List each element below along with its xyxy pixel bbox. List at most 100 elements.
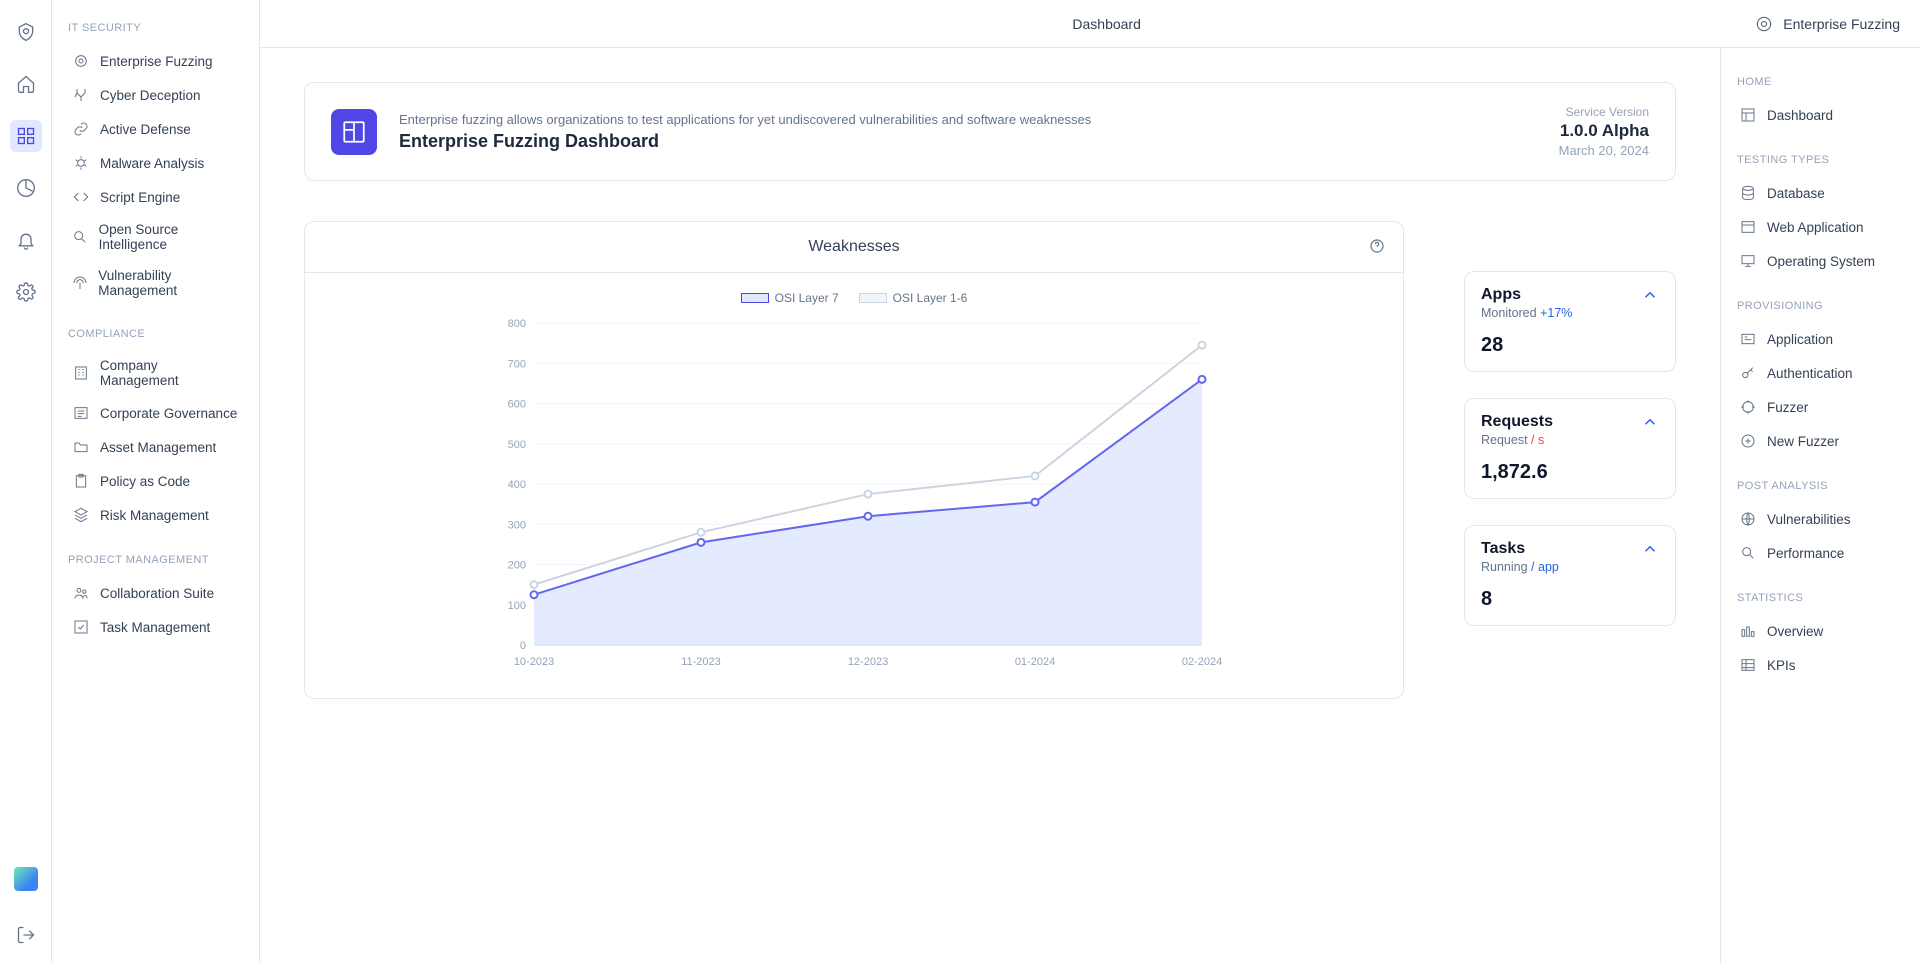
sidebar-group: IT SECURITY Enterprise Fuzzing Cyber Dec…: [66, 22, 245, 306]
sidebar-item-label: Collaboration Suite: [100, 586, 214, 601]
panel-item-webapp[interactable]: Web Application: [1733, 210, 1908, 244]
panel-item-label: Web Application: [1767, 220, 1864, 235]
panel-group-title: STATISTICS: [1737, 592, 1904, 604]
panel-item-label: Performance: [1767, 546, 1844, 561]
panel-item-label: KPIs: [1767, 658, 1796, 673]
panel-item-performance[interactable]: Performance: [1733, 536, 1908, 570]
link-icon: [72, 120, 90, 138]
chevron-up-icon: [1641, 413, 1659, 434]
sidebar-item-policy-code[interactable]: Policy as Code: [66, 464, 245, 498]
target-icon: [72, 52, 90, 70]
panel-group-title: PROVISIONING: [1737, 300, 1904, 312]
crosshair-icon: [1739, 398, 1757, 416]
bell-icon[interactable]: [10, 224, 42, 256]
svg-text:700: 700: [508, 358, 526, 370]
sidebar-item-script-engine[interactable]: Script Engine: [66, 180, 245, 214]
stat-card-tasks[interactable]: Tasks Running / app 8: [1464, 525, 1676, 626]
list-icon: [72, 404, 90, 422]
building-icon: [72, 364, 90, 382]
right-panel: HOME Dashboard TESTING TYPES Database We…: [1720, 48, 1920, 963]
sidebar-item-enterprise-fuzzing[interactable]: Enterprise Fuzzing: [66, 44, 245, 78]
stat-card-requests[interactable]: Requests Request / s 1,872.6: [1464, 398, 1676, 499]
plus-circle-icon: [1739, 432, 1757, 450]
sidebar-item-label: Enterprise Fuzzing: [100, 54, 213, 69]
chart-title: Weaknesses: [325, 238, 1383, 256]
svg-text:600: 600: [508, 399, 526, 411]
window-icon: [1739, 218, 1757, 236]
sidebar-item-collab-suite[interactable]: Collaboration Suite: [66, 576, 245, 610]
sidebar-item-malware-analysis[interactable]: Malware Analysis: [66, 146, 245, 180]
panel-item-fuzzer[interactable]: Fuzzer: [1733, 390, 1908, 424]
sidebar-item-company-mgmt[interactable]: Company Management: [66, 350, 245, 396]
sidebar-group-title: IT SECURITY: [68, 22, 245, 34]
key-icon: [1739, 364, 1757, 382]
svg-text:300: 300: [508, 519, 526, 531]
sidebar-group: PROJECT MANAGEMENT Collaboration Suite T…: [66, 554, 245, 644]
sidebar-item-cyber-deception[interactable]: Cyber Deception: [66, 78, 245, 112]
banner-meta-label: Service Version: [1559, 105, 1649, 119]
sidebar-item-osint[interactable]: Open Source Intelligence: [66, 214, 245, 260]
layout-icon: [1739, 106, 1757, 124]
help-icon[interactable]: [1369, 238, 1385, 257]
panel-item-database[interactable]: Database: [1733, 176, 1908, 210]
legend-label: OSI Layer 1-6: [893, 291, 968, 305]
avatar[interactable]: [14, 867, 38, 891]
panel-item-dashboard[interactable]: Dashboard: [1733, 98, 1908, 132]
panel-group-title: TESTING TYPES: [1737, 154, 1904, 166]
sidebar-item-vuln-mgmt[interactable]: Vulnerability Management: [66, 260, 245, 306]
panel-item-os[interactable]: Operating System: [1733, 244, 1908, 278]
svg-text:10-2023: 10-2023: [514, 656, 554, 668]
sidebar-item-corp-gov[interactable]: Corporate Governance: [66, 396, 245, 430]
panel-item-label: Authentication: [1767, 366, 1853, 381]
sidebar-item-task-mgmt[interactable]: Task Management: [66, 610, 245, 644]
pie-icon[interactable]: [10, 172, 42, 204]
panel-item-application[interactable]: Application: [1733, 322, 1908, 356]
banner-title: Enterprise Fuzzing Dashboard: [399, 131, 1537, 152]
panel-item-auth[interactable]: Authentication: [1733, 356, 1908, 390]
stat-card-apps[interactable]: Apps Monitored +17% 28: [1464, 271, 1676, 372]
panel-item-new-fuzzer[interactable]: New Fuzzer: [1733, 424, 1908, 458]
panel-group-title: POST ANALYSIS: [1737, 480, 1904, 492]
logo-icon[interactable]: [10, 16, 42, 48]
chart-legend: OSI Layer 7 OSI Layer 1-6: [323, 291, 1385, 305]
legend-label: OSI Layer 7: [775, 291, 839, 305]
chart-card: Weaknesses OSI Layer 7 OSI Layer 1-6 010…: [304, 221, 1404, 699]
sidebar-item-asset-mgmt[interactable]: Asset Management: [66, 430, 245, 464]
stat-title: Tasks: [1481, 540, 1641, 558]
brand-indicator[interactable]: Enterprise Fuzzing: [1753, 13, 1900, 35]
panel-item-label: Database: [1767, 186, 1825, 201]
sidebar-item-risk-mgmt[interactable]: Risk Management: [66, 498, 245, 532]
chart-plot: 010020030040050060070080010-202311-20231…: [323, 313, 1385, 673]
sidebar-item-label: Cyber Deception: [100, 88, 201, 103]
svg-text:400: 400: [508, 479, 526, 491]
panel-item-overview[interactable]: Overview: [1733, 614, 1908, 648]
stat-title: Requests: [1481, 413, 1641, 431]
panel-item-label: New Fuzzer: [1767, 434, 1839, 449]
panel-item-vulns[interactable]: Vulnerabilities: [1733, 502, 1908, 536]
sidebar-item-label: Active Defense: [100, 122, 191, 137]
stat-title: Apps: [1481, 286, 1641, 304]
topbar: Dashboard Enterprise Fuzzing: [260, 0, 1920, 48]
banner-desc: Enterprise fuzzing allows organizations …: [399, 112, 1537, 127]
icon-rail: [0, 0, 52, 963]
panel-group-title: HOME: [1737, 76, 1904, 88]
svg-text:01-2024: 01-2024: [1015, 656, 1055, 668]
gear-icon[interactable]: [10, 276, 42, 308]
svg-text:100: 100: [508, 600, 526, 612]
sidebar-group: COMPLIANCE Company Management Corporate …: [66, 328, 245, 532]
sidebar: IT SECURITY Enterprise Fuzzing Cyber Dec…: [52, 0, 260, 963]
grid-icon[interactable]: [10, 120, 42, 152]
svg-text:02-2024: 02-2024: [1182, 656, 1222, 668]
stat-sub: Request / s: [1481, 433, 1641, 447]
banner-date: March 20, 2024: [1559, 143, 1649, 158]
logout-icon[interactable]: [10, 919, 42, 951]
sidebar-item-active-defense[interactable]: Active Defense: [66, 112, 245, 146]
sidebar-item-label: Policy as Code: [100, 474, 190, 489]
legend-item: OSI Layer 1-6: [859, 291, 968, 305]
page-title: Dashboard: [460, 16, 1753, 32]
panel-item-kpis[interactable]: KPIs: [1733, 648, 1908, 682]
stat-value: 1,872.6: [1481, 461, 1659, 484]
home-icon[interactable]: [10, 68, 42, 100]
globe-icon: [1739, 510, 1757, 528]
panel-item-label: Dashboard: [1767, 108, 1833, 123]
